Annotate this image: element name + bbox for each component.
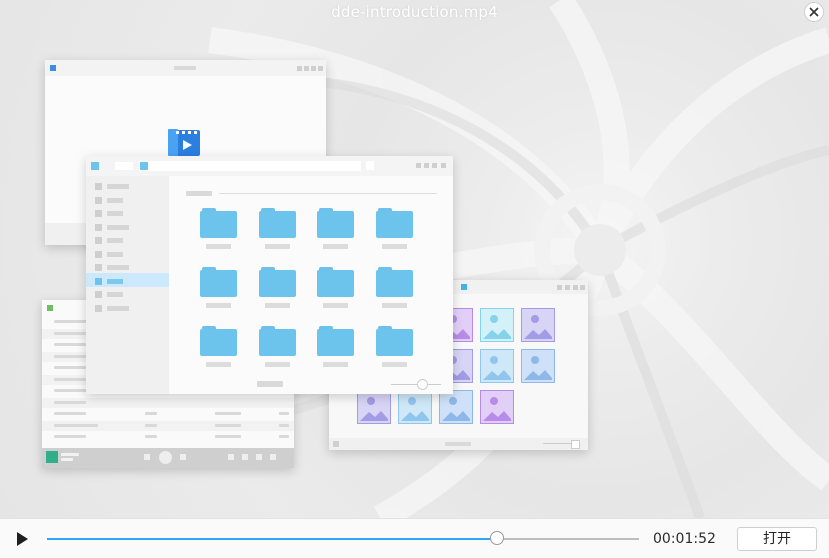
- play-icon: [17, 532, 28, 546]
- music-list-row: [42, 409, 294, 419]
- sidebar-entry-icon: [95, 291, 102, 298]
- video-title: dde-introduction.mp4: [331, 3, 498, 21]
- folder-icon: [258, 267, 296, 308]
- sidebar-entry-icon: [95, 223, 102, 231]
- sidebar-entry-icon: [95, 210, 102, 217]
- folder-icon: [317, 326, 354, 367]
- sidebar-entry-label: [107, 292, 123, 297]
- sidebar-entry-label: [107, 211, 123, 216]
- close-button[interactable]: [804, 2, 824, 22]
- close-icon: [809, 7, 819, 17]
- folder-icon: [200, 208, 237, 249]
- image-thumbnail-icon: [480, 349, 514, 383]
- sidebar-entry-label: [107, 278, 123, 284]
- music-list-row: [42, 420, 294, 431]
- sidebar-entry-icon: [95, 304, 102, 312]
- image-thumbnail-icon: [398, 390, 432, 424]
- sidebar-entry-icon: [95, 264, 102, 271]
- image-thumbnail-icon: [521, 308, 555, 342]
- folder-icon: [200, 326, 237, 367]
- folder-icon: [375, 208, 413, 249]
- sidebar-entry-label: [107, 251, 123, 257]
- sidebar-entry-label: [107, 305, 129, 311]
- play-button[interactable]: [14, 531, 30, 547]
- sidebar-entry-label: [107, 184, 129, 189]
- sidebar-entry-label: [107, 197, 123, 203]
- folder-icon: [258, 208, 296, 249]
- sidebar-entry-label: [107, 224, 129, 230]
- sidebar-entry-label: [107, 265, 129, 270]
- folder-icon: [375, 326, 413, 367]
- folder-icon: [317, 208, 354, 249]
- sidebar-entry-icon: [95, 196, 102, 204]
- progress-handle[interactable]: [489, 531, 504, 545]
- open-button[interactable]: 打开: [737, 527, 817, 551]
- music-list-row: [42, 397, 294, 408]
- sidebar-entry-icon: [95, 237, 102, 244]
- player-controls: 00:01:52 打开: [0, 518, 829, 558]
- folder-icon: [258, 326, 296, 367]
- video-app-icon: [168, 129, 200, 156]
- progress-bar[interactable]: [47, 531, 639, 545]
- image-thumbnail-icon: [480, 308, 514, 342]
- image-thumbnail-icon: [439, 390, 473, 424]
- image-thumbnail-icon: [480, 390, 514, 424]
- folder-icon: [200, 267, 237, 308]
- sidebar-entry-icon: [95, 277, 102, 285]
- sidebar-entry-icon: [95, 250, 102, 258]
- folder-icon: [375, 267, 413, 308]
- elapsed-time: 00:01:52: [653, 531, 716, 547]
- image-thumbnail-icon: [357, 390, 391, 424]
- image-thumbnail-icon: [521, 349, 555, 383]
- progress-fill: [47, 538, 497, 540]
- folder-icon: [317, 267, 354, 308]
- sidebar-entry-label: [107, 238, 123, 243]
- illustration-file-manager-window: [86, 156, 453, 394]
- sidebar-entry-icon: [95, 183, 102, 190]
- video-frame: dde-introduction.mp4: [0, 0, 829, 518]
- music-list-row: [42, 432, 294, 442]
